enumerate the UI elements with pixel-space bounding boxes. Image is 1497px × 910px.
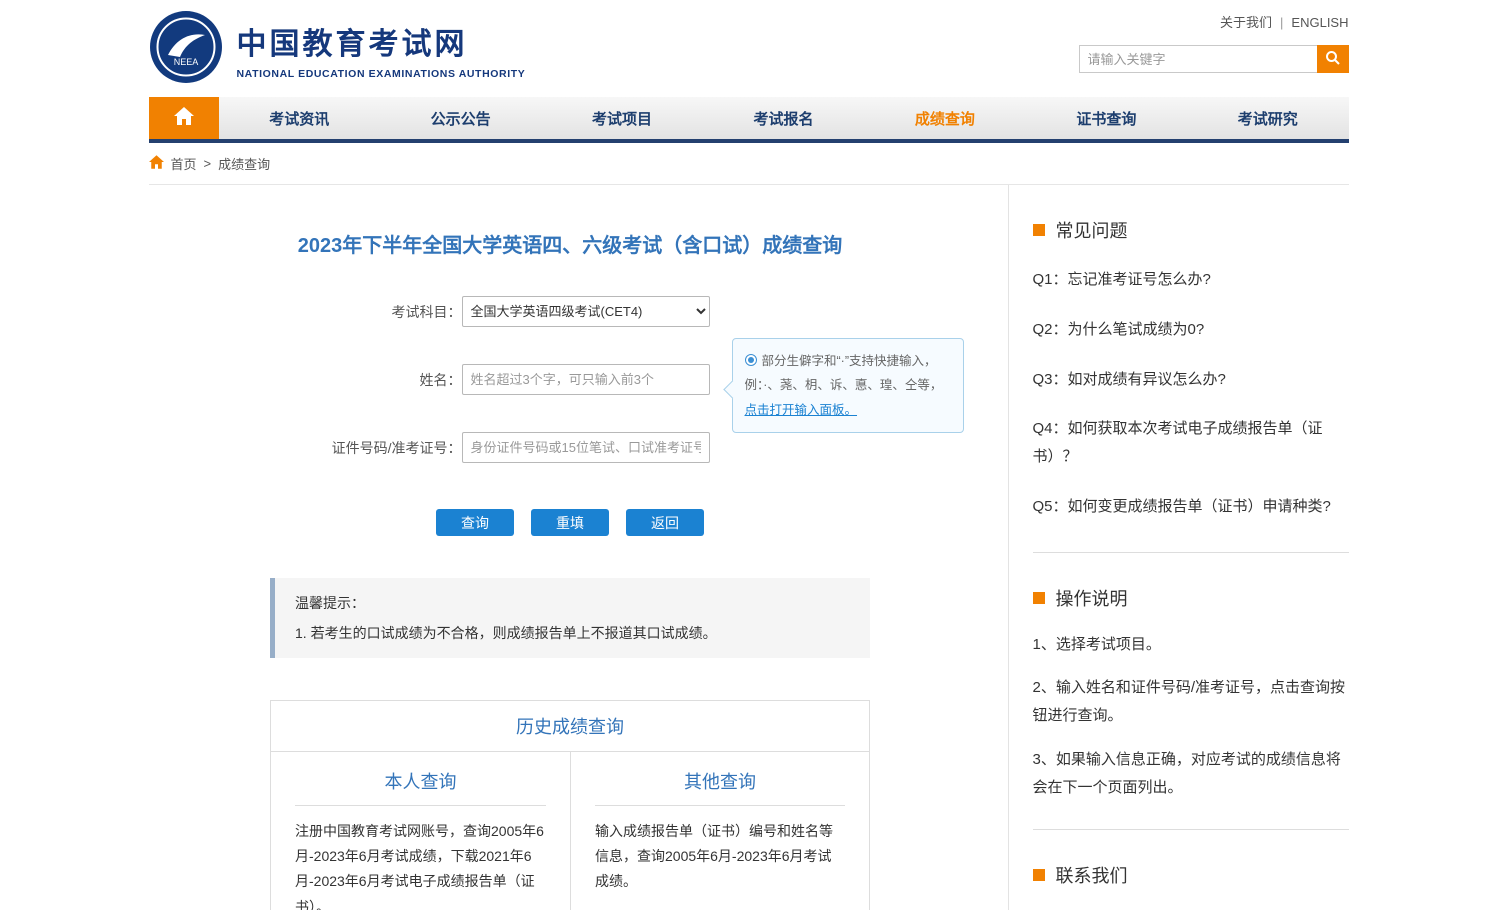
orange-square-icon [1033, 592, 1045, 604]
nav-item-exam-news[interactable]: 考试资讯 [219, 97, 380, 139]
form-buttons: 查询 重填 返回 [149, 509, 992, 536]
search-button[interactable] [1317, 45, 1349, 73]
site-subtitle: NATIONAL EDUCATION EXAMINATIONS AUTHORIT… [237, 68, 526, 80]
instruction-step-1: 1、选择考试项目。 [1033, 623, 1349, 667]
search-icon [1325, 50, 1341, 69]
nav-item-announcements[interactable]: 公示公告 [380, 97, 541, 139]
name-label: 姓名： [149, 370, 462, 390]
top-links: 关于我们 | ENGLISH [1220, 12, 1348, 31]
history-self-description: 注册中国教育考试网账号，查询2005年6月-2023年6月考试成绩，下载2021… [295, 819, 546, 910]
tooltip-text: 部分生僻字和“·”支持快捷输入，例：·、荛、枂、诉、悳、瑝、仝等， [745, 354, 943, 392]
site-name: 中国教育考试网 [237, 19, 526, 63]
contact-heading-text: 联系我们 [1056, 862, 1128, 888]
instructions-section: 操作说明 1、选择考试项目。 2、输入姓名和证件号码/准考证号，点击查询按钮进行… [1033, 585, 1349, 831]
contact-section: 联系我们 query@mail.neea.edu.cn [1033, 862, 1349, 910]
form-row-subject: 考试科目： 全国大学英语四级考试(CET4) [149, 296, 992, 327]
id-label: 证件号码/准考证号： [149, 438, 462, 458]
history-self-column: 本人查询 注册中国教育考试网账号，查询2005年6月-2023年6月考试成绩，下… [271, 752, 570, 910]
breadcrumb-home-icon [149, 155, 164, 172]
content: 2023年下半年全国大学英语四、六级考试（含口试）成绩查询 考试科目： 全国大学… [149, 185, 1349, 910]
instruction-step-2: 2、输入姓名和证件号码/准考证号，点击查询按钮进行查询。 [1033, 666, 1349, 738]
page: NEEA 中国教育考试网 NATIONAL EDUCATION EXAMINAT… [0, 0, 1497, 910]
nav-home-button[interactable] [149, 97, 219, 139]
breadcrumb-current: 成绩查询 [218, 154, 270, 173]
faq-section: 常见问题 Q1：忘记准考证号怎么办? Q2：为什么笔试成绩为0? Q3：如对成绩… [1033, 217, 1349, 553]
history-other-title: 其他查询 [595, 768, 845, 806]
radio-dot-icon [745, 354, 757, 366]
instructions-heading: 操作说明 [1033, 585, 1349, 611]
faq-item-2[interactable]: Q2：为什么笔试成绩为0? [1033, 305, 1349, 355]
nav-item-exam-registration[interactable]: 考试报名 [703, 97, 864, 139]
history-self-title: 本人查询 [295, 768, 546, 806]
subject-select[interactable]: 全国大学英语四级考试(CET4) [462, 296, 710, 327]
english-link[interactable]: ENGLISH [1291, 15, 1348, 30]
breadcrumb-home-link[interactable]: 首页 [171, 154, 197, 173]
faq-item-4[interactable]: Q4：如何获取本次考试电子成绩报告单（证书）？ [1033, 404, 1349, 482]
faq-item-3[interactable]: Q3：如对成绩有异议怎么办? [1033, 355, 1349, 405]
breadcrumb: 首页 > 成绩查询 [149, 143, 1349, 185]
form-row-name: 姓名： 部分生僻字和“·”支持快捷输入，例：·、荛、枂、诉、悳、瑝、仝等，点击打… [149, 364, 992, 395]
history-other-description: 输入成绩报告单（证书）编号和姓名等信息，查询2005年6月-2023年6月考试成… [595, 819, 845, 895]
page-title: 2023年下半年全国大学英语四、六级考试（含口试）成绩查询 [149, 229, 992, 258]
rare-character-tooltip: 部分生僻字和“·”支持快捷输入，例：·、荛、枂、诉、悳、瑝、仝等， 点击打开输入面… [732, 338, 964, 433]
nav-item-certificate-query[interactable]: 证书查询 [1026, 97, 1187, 139]
history-title: 历史成绩查询 [271, 701, 869, 752]
notice-title: 温馨提示： [295, 593, 850, 613]
main-nav: 考试资讯 公示公告 考试项目 考试报名 成绩查询 证书查询 考试研究 [149, 97, 1349, 143]
faq-heading-text: 常见问题 [1056, 217, 1128, 243]
top-bar: NEEA 中国教育考试网 NATIONAL EDUCATION EXAMINAT… [149, 0, 1349, 97]
about-us-link[interactable]: 关于我们 [1220, 15, 1272, 30]
history-query-panel: 历史成绩查询 本人查询 注册中国教育考试网账号，查询2005年6月-2023年6… [270, 700, 870, 910]
orange-square-icon [1033, 869, 1045, 881]
name-input[interactable] [462, 364, 710, 395]
form-row-id: 证件号码/准考证号： [149, 432, 992, 463]
main-column: 2023年下半年全国大学英语四、六级考试（含口试）成绩查询 考试科目： 全国大学… [149, 185, 1009, 910]
back-button[interactable]: 返回 [626, 509, 704, 536]
svg-text:NEEA: NEEA [173, 57, 198, 67]
notice-box: 温馨提示： 1. 若考生的口试成绩为不合格，则成绩报告单上不报道其口试成绩。 [270, 578, 870, 658]
breadcrumb-separator: > [204, 156, 212, 171]
home-icon [174, 107, 194, 130]
faq-item-5[interactable]: Q5：如何变更成绩报告单（证书）申请种类? [1033, 482, 1349, 532]
instructions-heading-text: 操作说明 [1056, 585, 1128, 611]
instruction-step-3: 3、如果输入信息正确，对应考试的成绩信息将会在下一个页面列出。 [1033, 738, 1349, 810]
id-input[interactable] [462, 432, 710, 463]
nav-item-score-query[interactable]: 成绩查询 [864, 97, 1025, 139]
nav-item-exam-programs[interactable]: 考试项目 [541, 97, 702, 139]
faq-heading: 常见问题 [1033, 217, 1349, 243]
contact-heading: 联系我们 [1033, 862, 1349, 888]
subject-label: 考试科目： [149, 302, 462, 322]
notice-line: 1. 若考生的口试成绩为不合格，则成绩报告单上不报道其口试成绩。 [295, 623, 850, 643]
top-links-separator: | [1280, 15, 1283, 30]
search-box [1079, 45, 1349, 73]
reset-button[interactable]: 重填 [531, 509, 609, 536]
nav-item-exam-research[interactable]: 考试研究 [1187, 97, 1348, 139]
query-button[interactable]: 查询 [436, 509, 514, 536]
open-input-panel-link[interactable]: 点击打开输入面板。 [745, 403, 858, 417]
search-input[interactable] [1079, 45, 1317, 73]
faq-item-1[interactable]: Q1：忘记准考证号怎么办? [1033, 255, 1349, 305]
history-other-column: 其他查询 输入成绩报告单（证书）编号和姓名等信息，查询2005年6月-2023年… [570, 752, 869, 910]
orange-square-icon [1033, 224, 1045, 236]
site-logo[interactable]: NEEA 中国教育考试网 NATIONAL EDUCATION EXAMINAT… [149, 10, 526, 89]
sidebar: 常见问题 Q1：忘记准考证号怎么办? Q2：为什么笔试成绩为0? Q3：如对成绩… [1009, 185, 1349, 910]
neea-emblem-icon: NEEA [149, 10, 223, 89]
